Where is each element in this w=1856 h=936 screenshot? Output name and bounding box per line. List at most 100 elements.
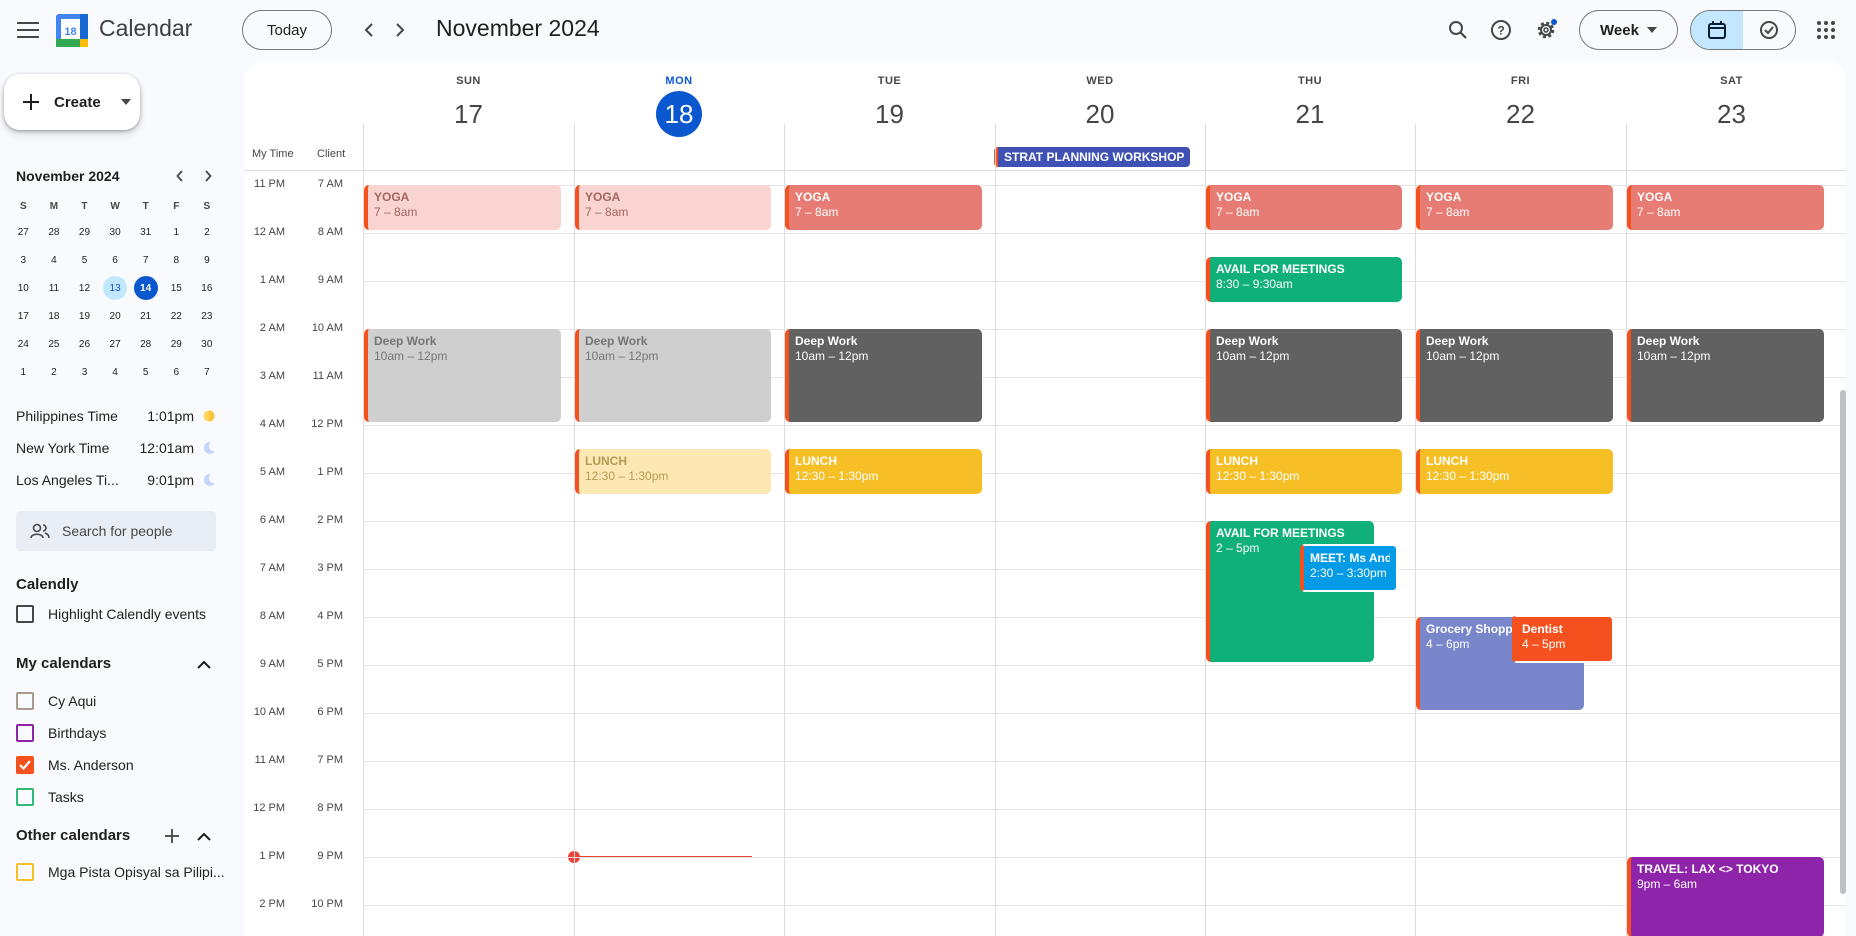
- mini-calendar-day[interactable]: 14: [130, 274, 161, 302]
- event-deep-work[interactable]: Deep Work 10am – 12pm: [364, 329, 561, 422]
- event-travel-lax-tokyo[interactable]: TRAVEL: LAX <> TOKYO 9pm – 6am: [1627, 857, 1824, 936]
- add-other-calendar-button[interactable]: [160, 824, 184, 848]
- mini-calendar-day[interactable]: 21: [130, 302, 161, 330]
- event-deep-work[interactable]: Deep Work 10am – 12pm: [1416, 329, 1613, 422]
- mini-calendar-day[interactable]: 23: [192, 302, 223, 330]
- view-switcher[interactable]: Week: [1579, 10, 1678, 50]
- day-number[interactable]: 20: [1077, 91, 1123, 137]
- mini-calendar-day[interactable]: 29: [69, 218, 100, 246]
- week-view-scrollbar[interactable]: [1840, 390, 1846, 894]
- mini-calendar-prev-button[interactable]: [166, 162, 194, 190]
- help-button[interactable]: ?: [1481, 10, 1521, 50]
- mini-calendar-day[interactable]: 5: [69, 246, 100, 274]
- event-yoga[interactable]: YOGA 7 – 8am: [1627, 185, 1824, 230]
- mini-calendar-day[interactable]: 1: [8, 358, 39, 386]
- search-button[interactable]: [1438, 10, 1478, 50]
- event-lunch[interactable]: LUNCH 12:30 – 1:30pm: [575, 449, 771, 494]
- event-meet-ms-anderson[interactable]: MEET: Ms Anderson2:30 – 3:30pm: [1300, 544, 1398, 592]
- mini-calendar-day[interactable]: 16: [192, 274, 223, 302]
- settings-button[interactable]: [1526, 10, 1566, 50]
- event-yoga[interactable]: YOGA 7 – 8am: [1416, 185, 1613, 230]
- create-button[interactable]: Create: [4, 74, 140, 130]
- timezone-row[interactable]: New York Time 12:01am: [16, 432, 216, 464]
- my-calendars-title[interactable]: My calendars: [16, 655, 111, 672]
- mini-calendar-day[interactable]: 27: [100, 330, 131, 358]
- other-calendars-title[interactable]: Other calendars: [16, 827, 130, 844]
- mini-calendar-day[interactable]: 24: [8, 330, 39, 358]
- mini-calendar-day[interactable]: 2: [192, 218, 223, 246]
- my-calendars-collapse-button[interactable]: [192, 652, 216, 676]
- day-header-sun[interactable]: SUN 17: [363, 62, 574, 147]
- event-yoga[interactable]: YOGA 7 – 8am: [575, 185, 771, 230]
- day-header-wed[interactable]: WED 20: [995, 62, 1205, 147]
- timezone-row[interactable]: Philippines Time 1:01pm: [16, 400, 216, 432]
- google-apps-button[interactable]: [1806, 10, 1846, 50]
- event-deep-work[interactable]: Deep Work 10am – 12pm: [1627, 329, 1824, 422]
- other-calendars-collapse-button[interactable]: [192, 824, 216, 848]
- day-header-mon[interactable]: MON 18: [574, 62, 784, 147]
- event-deep-work[interactable]: Deep Work 10am – 12pm: [1206, 329, 1402, 422]
- mini-calendar-day[interactable]: 6: [161, 358, 192, 386]
- day-number[interactable]: 21: [1287, 91, 1333, 137]
- event-deep-work[interactable]: Deep Work 10am – 12pm: [785, 329, 982, 422]
- next-week-button[interactable]: [382, 12, 418, 48]
- day-header-thu[interactable]: THU 21: [1205, 62, 1415, 147]
- event-deep-work[interactable]: Deep Work 10am – 12pm: [575, 329, 771, 422]
- all-day-event[interactable]: STRAT PLANNING WORKSHOP: [994, 147, 1190, 167]
- highlight-calendly-checkbox[interactable]: Highlight Calendly events: [16, 602, 206, 626]
- day-number[interactable]: 19: [867, 91, 913, 137]
- mini-calendar-day[interactable]: 28: [130, 330, 161, 358]
- mini-calendar-day[interactable]: 3: [8, 246, 39, 274]
- mini-calendar-day[interactable]: 18: [39, 302, 70, 330]
- mini-calendar-day[interactable]: 26: [69, 330, 100, 358]
- day-number[interactable]: 18: [656, 91, 702, 137]
- mini-calendar-day[interactable]: 13: [100, 274, 131, 302]
- tasks-view-toggle[interactable]: [1743, 11, 1795, 49]
- mini-calendar-day[interactable]: 7: [192, 358, 223, 386]
- calendar-toggle-birthdays[interactable]: Birthdays: [16, 721, 106, 745]
- mini-calendar-day[interactable]: 11: [39, 274, 70, 302]
- day-header-sat[interactable]: SAT 23: [1626, 62, 1837, 147]
- mini-calendar-day[interactable]: 22: [161, 302, 192, 330]
- today-button[interactable]: Today: [242, 10, 332, 50]
- mini-calendar-day[interactable]: 9: [192, 246, 223, 274]
- search-people-field[interactable]: Search for people: [16, 511, 216, 551]
- mini-calendar-day[interactable]: 4: [100, 358, 131, 386]
- mini-calendar-day[interactable]: 7: [130, 246, 161, 274]
- mini-calendar-day[interactable]: 12: [69, 274, 100, 302]
- mini-calendar-day[interactable]: 19: [69, 302, 100, 330]
- main-menu-button[interactable]: [6, 8, 50, 52]
- mini-calendar-day[interactable]: 1: [161, 218, 192, 246]
- mini-calendar-day[interactable]: 25: [39, 330, 70, 358]
- calendar-toggle-ms-anderson[interactable]: Ms. Anderson: [16, 753, 134, 777]
- mini-calendar-day[interactable]: 5: [130, 358, 161, 386]
- mini-calendar-day[interactable]: 2: [39, 358, 70, 386]
- calendar-toggle-cy-aqui[interactable]: Cy Aqui: [16, 689, 96, 713]
- calendar-logo[interactable]: 18: [56, 14, 88, 47]
- timezone-row[interactable]: Los Angeles Ti... 9:01pm: [16, 464, 216, 496]
- day-number[interactable]: 22: [1498, 91, 1544, 137]
- event-yoga[interactable]: YOGA 7 – 8am: [364, 185, 561, 230]
- mini-calendar-day[interactable]: 30: [192, 330, 223, 358]
- day-number[interactable]: 17: [446, 91, 492, 137]
- event-dentist[interactable]: Dentist 4 – 5pm: [1512, 615, 1614, 663]
- calendar-view-toggle[interactable]: [1691, 11, 1743, 49]
- mini-calendar-day[interactable]: 31: [130, 218, 161, 246]
- calendar-toggle-tasks[interactable]: Tasks: [16, 785, 84, 809]
- event-lunch[interactable]: LUNCH 12:30 – 1:30pm: [785, 449, 982, 494]
- event-avail-for-meetings[interactable]: AVAIL FOR MEETINGS 8:30 – 9:30am: [1206, 257, 1402, 302]
- mini-calendar-day[interactable]: 28: [39, 218, 70, 246]
- mini-calendar-day[interactable]: 30: [100, 218, 131, 246]
- mini-calendar-day[interactable]: 6: [100, 246, 131, 274]
- mini-calendar-day[interactable]: 20: [100, 302, 131, 330]
- mini-calendar-day[interactable]: 17: [8, 302, 39, 330]
- mini-calendar-next-button[interactable]: [194, 162, 222, 190]
- mini-calendar-day[interactable]: 4: [39, 246, 70, 274]
- mini-calendar-day[interactable]: 15: [161, 274, 192, 302]
- mini-calendar-day[interactable]: 8: [161, 246, 192, 274]
- day-number[interactable]: 23: [1709, 91, 1755, 137]
- event-yoga[interactable]: YOGA 7 – 8am: [785, 185, 982, 230]
- calendar-toggle-mga-pista-opisyal-sa-pilipi[interactable]: Mga Pista Opisyal sa Pilipi...: [16, 860, 225, 884]
- event-lunch[interactable]: LUNCH 12:30 – 1:30pm: [1416, 449, 1613, 494]
- mini-calendar-day[interactable]: 3: [69, 358, 100, 386]
